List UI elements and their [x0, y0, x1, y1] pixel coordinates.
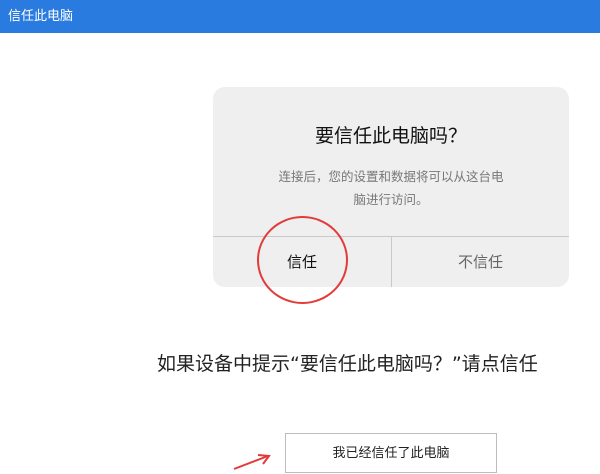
window-title-bar: 信任此电脑 — [0, 0, 600, 33]
trust-button[interactable]: 信任 — [213, 237, 391, 287]
dialog-message-line-1: 连接后，您的设置和数据将可以从这台电 — [278, 169, 504, 184]
dialog-title: 要信任此电脑吗？ — [314, 125, 467, 147]
instruction-text: 如果设备中提示“要信任此电脑吗？”请点信任 — [157, 353, 538, 375]
arrow-icon — [233, 454, 271, 470]
distrust-button[interactable]: 不信任 — [392, 237, 569, 287]
dialog-message: 连接后，您的设置和数据将可以从这台电 脑进行访问。 — [241, 165, 541, 211]
confirm-trusted-button[interactable]: 我已经信任了此电脑 — [285, 433, 497, 473]
window-title: 信任此电脑 — [8, 9, 74, 24]
dialog-message-line-2: 脑进行访问。 — [353, 192, 429, 207]
trust-dialog: 要信任此电脑吗？ 连接后，您的设置和数据将可以从这台电 脑进行访问。 信任 不信… — [213, 87, 569, 287]
